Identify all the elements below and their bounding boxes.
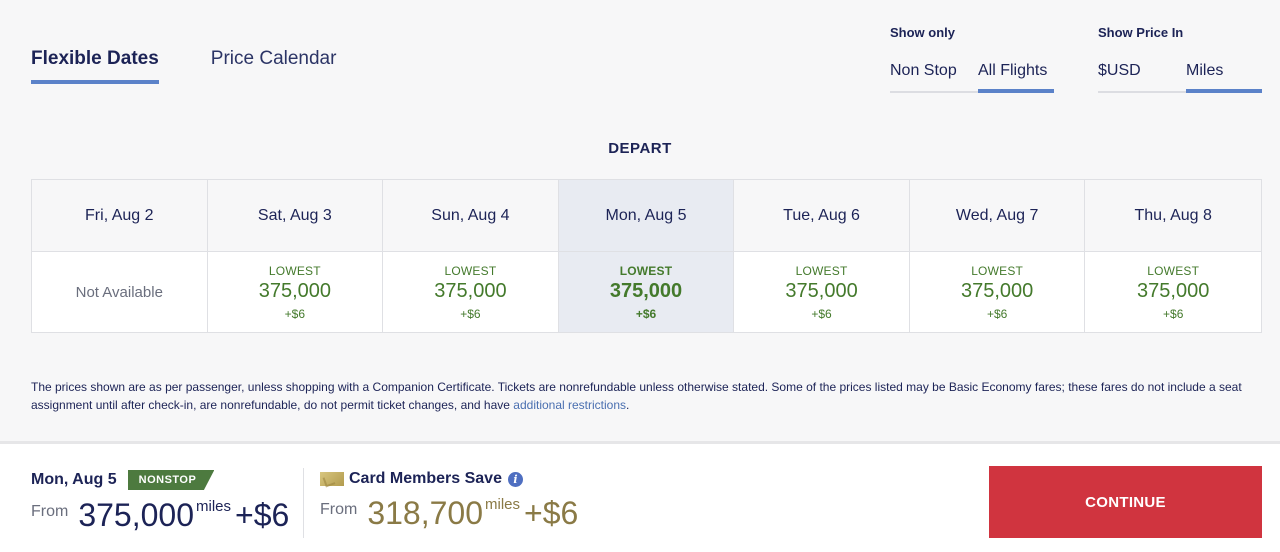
not-available-text: Not Available bbox=[75, 283, 163, 301]
fare-miles: 375,000 bbox=[1137, 279, 1210, 302]
card-fare-miles: 318,700 bbox=[367, 495, 483, 531]
show-price-in-label: Show Price In bbox=[1098, 25, 1184, 40]
card-members-save: Card Members Save i From 318,700 miles +… bbox=[320, 470, 578, 532]
fare-fee: +$6 bbox=[986, 306, 1008, 321]
date-option[interactable]: Sun, Aug 4 LOWEST 375,000 +$6 bbox=[383, 180, 559, 332]
tab-flexible-dates[interactable]: Flexible Dates bbox=[31, 48, 159, 84]
view-tabs: Flexible Dates Price Calendar bbox=[31, 48, 388, 84]
lowest-tag: LOWEST bbox=[1147, 263, 1200, 278]
fare-fee: +$6 bbox=[284, 306, 306, 321]
date-option[interactable]: Thu, Aug 8 LOWEST 375,000 +$6 bbox=[1085, 180, 1261, 332]
additional-restrictions-link[interactable]: additional restrictions bbox=[513, 398, 626, 412]
fare-disclaimer: The prices shown are as per passenger, u… bbox=[31, 378, 1251, 414]
from-label: From bbox=[31, 503, 69, 520]
fare-miles: 375,000 bbox=[434, 279, 507, 302]
show-price-in-filter: Show Price In $USD Miles bbox=[1098, 25, 1262, 93]
booking-footer: Mon, Aug 5 NONSTOP From 375,000 miles +$… bbox=[0, 441, 1280, 552]
date-label: Thu, Aug 8 bbox=[1085, 180, 1261, 252]
date-fare: Not Available bbox=[32, 252, 207, 332]
disclaimer-end: . bbox=[626, 398, 630, 412]
fare-miles: 375,000 bbox=[609, 279, 683, 302]
date-grid: Fri, Aug 2 Not Available Sat, Aug 3 LOWEST 3… bbox=[31, 179, 1262, 333]
nonstop-badge: NONSTOP bbox=[127, 470, 215, 490]
selected-fare-summary: Mon, Aug 5 NONSTOP From 375,000 miles +$… bbox=[31, 470, 289, 534]
date-label: Fri, Aug 2 bbox=[32, 180, 207, 252]
date-option[interactable]: Fri, Aug 2 Not Available bbox=[32, 180, 208, 332]
date-fare: LOWEST 375,000 +$6 bbox=[734, 252, 909, 332]
depart-title: DEPART bbox=[608, 140, 672, 157]
fare-miles: 375,000 bbox=[258, 279, 331, 302]
date-option[interactable]: Tue, Aug 6 LOWEST 375,000 +$6 bbox=[734, 180, 910, 332]
filter-all-flights[interactable]: All Flights bbox=[978, 62, 1054, 93]
lowest-tag: LOWEST bbox=[444, 263, 497, 278]
credit-card-icon bbox=[320, 472, 344, 486]
price-in-miles[interactable]: Miles bbox=[1186, 62, 1262, 93]
date-fare: LOWEST 375,000 +$6 bbox=[1085, 252, 1261, 332]
fare-miles: 375,000 bbox=[960, 279, 1034, 302]
date-option[interactable]: Wed, Aug 7 LOWEST 375,000 +$6 bbox=[909, 180, 1086, 332]
date-fare: LOWEST 375,000 +$6 bbox=[558, 252, 734, 332]
continue-button[interactable]: CONTINUE bbox=[989, 466, 1262, 538]
selected-date: Mon, Aug 5 bbox=[31, 471, 117, 488]
fare-miles: 375,000 bbox=[78, 497, 194, 533]
info-icon[interactable]: i bbox=[507, 471, 523, 487]
date-label: Wed, Aug 7 bbox=[909, 180, 1085, 252]
fare-fee: +$6 bbox=[460, 306, 481, 321]
lowest-tag: LOWEST bbox=[971, 263, 1024, 278]
disclaimer-text: The prices shown are as per passenger, u… bbox=[31, 380, 1242, 412]
tab-price-calendar[interactable]: Price Calendar bbox=[211, 48, 337, 84]
date-label: Sun, Aug 4 bbox=[383, 180, 558, 252]
lowest-tag: LOWEST bbox=[619, 263, 673, 278]
filter-non-stop[interactable]: Non Stop bbox=[890, 62, 978, 91]
date-label: Sat, Aug 3 bbox=[207, 180, 383, 252]
card-from-label: From bbox=[320, 501, 358, 518]
fare-fee: +$6 bbox=[635, 306, 657, 321]
lowest-tag: LOWEST bbox=[268, 263, 321, 278]
lowest-tag: LOWEST bbox=[795, 263, 848, 278]
fare-fee: +$6 bbox=[235, 497, 290, 533]
footer-divider bbox=[303, 468, 304, 538]
fare-miles: 375,000 bbox=[785, 279, 858, 302]
show-only-filter: Show only Non Stop All Flights bbox=[890, 25, 1054, 93]
date-fare: LOWEST 375,000 +$6 bbox=[383, 252, 558, 332]
card-fare-unit: miles bbox=[485, 496, 521, 513]
date-fare: LOWEST 375,000 +$6 bbox=[207, 252, 383, 332]
date-label: Mon, Aug 5 bbox=[558, 180, 734, 252]
date-label: Tue, Aug 6 bbox=[734, 180, 909, 252]
fare-unit: miles bbox=[196, 498, 232, 515]
fare-fee: +$6 bbox=[1163, 306, 1184, 321]
fare-fee: +$6 bbox=[811, 306, 832, 321]
date-fare: LOWEST 375,000 +$6 bbox=[909, 252, 1085, 332]
date-option[interactable]: Mon, Aug 5 LOWEST 375,000 +$6 bbox=[558, 180, 735, 332]
show-only-label: Show only bbox=[890, 25, 955, 40]
date-option[interactable]: Sat, Aug 3 LOWEST 375,000 +$6 bbox=[207, 180, 384, 332]
card-members-label: Card Members Save bbox=[349, 470, 502, 487]
card-fare-fee: +$6 bbox=[524, 495, 579, 531]
price-in-usd[interactable]: $USD bbox=[1098, 62, 1186, 91]
